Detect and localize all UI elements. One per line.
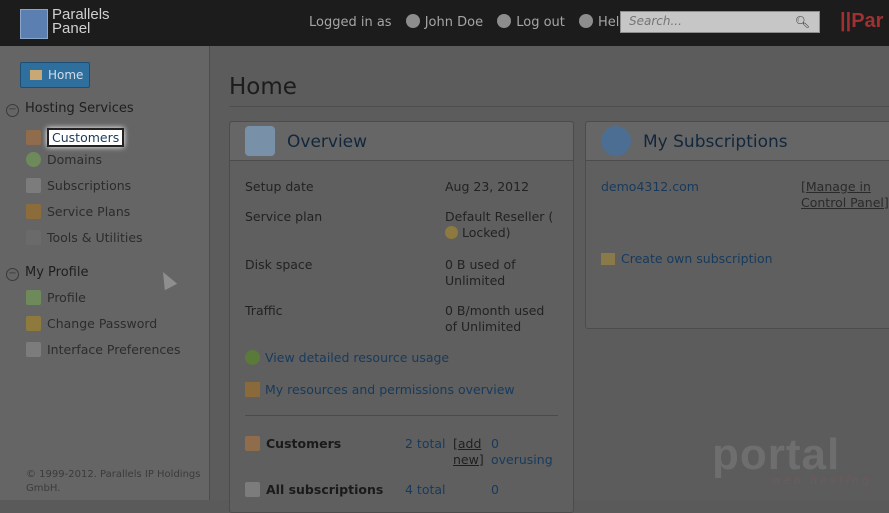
- sidebar-item-interface-preferences[interactable]: Interface Preferences: [26, 342, 180, 357]
- user-icon: [405, 14, 420, 28]
- page-title: Home: [229, 74, 297, 100]
- subscriptions-total-link[interactable]: 4 total: [405, 482, 446, 498]
- key-icon: [26, 316, 41, 331]
- collapse-icon[interactable]: −: [6, 104, 19, 117]
- copyright-text: © 1999-2012. Parallels IP Holdings GmbH.: [26, 469, 201, 494]
- disk-space-label: Disk space: [245, 257, 313, 272]
- search-icon[interactable]: 🔍︎: [795, 15, 810, 29]
- preferences-icon: [26, 342, 41, 357]
- subscriptions-panel: My Subscriptions demo4312.com [Manage in…: [585, 121, 889, 329]
- watermark-subtext: web hosting: [772, 474, 872, 487]
- title-divider: [229, 106, 889, 107]
- user-name: John Doe: [424, 15, 484, 30]
- monitor-icon: [245, 126, 275, 156]
- service-plans-icon: [26, 204, 41, 219]
- tools-icon: [26, 230, 41, 245]
- section-my-profile[interactable]: − My Profile: [6, 265, 88, 281]
- sidebar-item-tools[interactable]: Tools & Utilities: [26, 230, 143, 245]
- globe-icon: [601, 126, 631, 156]
- subscriptions-icon: [245, 482, 260, 497]
- customers-total-link[interactable]: 2 total: [405, 436, 446, 452]
- sidebar-item-change-password[interactable]: Change Password: [26, 316, 157, 331]
- customer-icon: [26, 130, 41, 145]
- bar-chart-icon: [245, 382, 260, 397]
- logo-line2: Panel: [52, 20, 91, 37]
- brand-logo-right: ||Par: [840, 10, 884, 32]
- disk-space-value: 0 B used of Unlimited: [445, 257, 516, 288]
- customers-stat-label: Customers: [245, 436, 341, 452]
- pie-chart-icon: [245, 350, 260, 365]
- traffic-label: Traffic: [245, 303, 283, 318]
- service-plan-label: Service plan: [245, 209, 323, 224]
- subscriptions-stat-label: All subscriptions: [245, 482, 383, 498]
- sidebar-item-subscriptions[interactable]: Subscriptions: [26, 178, 131, 193]
- power-icon: [497, 14, 512, 28]
- home-button[interactable]: Home: [20, 62, 90, 88]
- logged-in-prefix: Logged in as: [309, 15, 392, 30]
- sidebar-item-domains[interactable]: Domains: [26, 152, 102, 167]
- help-icon: [579, 14, 594, 28]
- profile-icon: [26, 290, 41, 305]
- service-plan-value: Default Reseller ( Locked): [445, 209, 554, 240]
- customers-overusing-link[interactable]: 0 overusing: [491, 436, 561, 468]
- subscriptions-icon: [26, 178, 41, 193]
- logout-label: Log out: [516, 15, 565, 30]
- subscriptions-title: My Subscriptions: [643, 132, 788, 152]
- subscriptions-overusing-link[interactable]: 0: [491, 482, 499, 498]
- subscription-domain-link[interactable]: demo4312.com: [601, 179, 699, 194]
- sidebar-item-customers[interactable]: Customers: [26, 128, 125, 147]
- user-area: Logged in as John Doe Log out Help: [309, 14, 638, 30]
- manage-control-panel-link[interactable]: [Manage in Control Panel]: [801, 179, 889, 211]
- domains-icon: [26, 152, 41, 167]
- customers-icon: [245, 436, 260, 451]
- watermark-logo: portal: [712, 430, 841, 479]
- logo-icon: [20, 9, 48, 39]
- logout-link[interactable]: Log out: [497, 14, 565, 30]
- top-bar: Parallels Panel Logged in as John Doe Lo…: [0, 0, 889, 46]
- sidebar-item-service-plans[interactable]: Service Plans: [26, 204, 130, 219]
- overview-divider: [245, 415, 558, 416]
- add-customer-link[interactable]: [add new]: [453, 436, 484, 468]
- user-link[interactable]: John Doe: [405, 14, 484, 30]
- overview-panel: Overview Setup date Aug 23, 2012 Service…: [229, 121, 574, 513]
- permissions-overview-link[interactable]: My resources and permissions overview: [245, 382, 515, 397]
- sidebar-item-profile[interactable]: Profile: [26, 290, 86, 305]
- traffic-value: 0 B/month used of Unlimited: [445, 303, 545, 334]
- home-label: Home: [48, 68, 84, 82]
- setup-date-label: Setup date: [245, 179, 314, 194]
- add-subscription-icon: [601, 253, 615, 265]
- create-subscription-link[interactable]: Create own subscription: [601, 251, 773, 266]
- search-input[interactable]: [621, 12, 797, 30]
- collapse-icon[interactable]: −: [6, 268, 19, 281]
- sidebar: Home − Hosting Services Customers Domains…: [0, 46, 210, 500]
- lock-icon: [445, 226, 458, 239]
- search-box: 🔍︎: [620, 11, 820, 33]
- setup-date-value: Aug 23, 2012: [445, 179, 530, 194]
- section-hosting-services[interactable]: − Hosting Services: [6, 101, 134, 117]
- home-icon: [30, 70, 42, 80]
- overview-title: Overview: [287, 132, 368, 152]
- resource-usage-link[interactable]: View detailed resource usage: [245, 350, 449, 365]
